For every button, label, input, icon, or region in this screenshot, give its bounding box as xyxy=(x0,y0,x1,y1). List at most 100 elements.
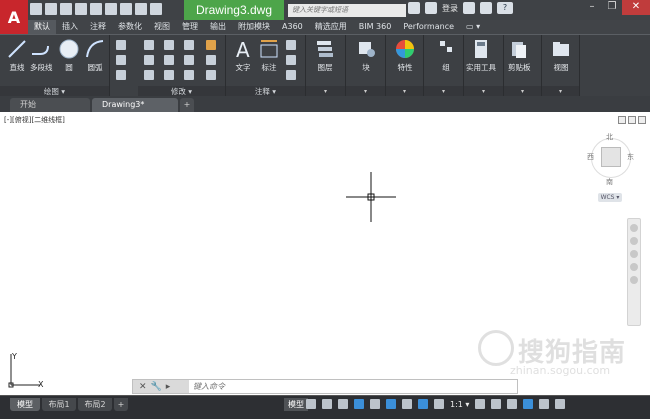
viewcube-top-face[interactable] xyxy=(601,147,621,167)
workspace-gear-icon[interactable] xyxy=(475,399,486,409)
trim-icon[interactable] xyxy=(184,40,194,50)
new-file-icon[interactable] xyxy=(30,3,42,15)
showmotion-icon[interactable] xyxy=(630,276,638,284)
file-tab-drawing[interactable]: Drawing3* xyxy=(92,98,178,112)
tab-parametric[interactable]: 参数化 xyxy=(112,20,148,34)
move-icon[interactable] xyxy=(144,40,154,50)
utilities-tool[interactable]: 实用工具 xyxy=(466,38,496,73)
line-tool[interactable]: 直线 xyxy=(6,38,28,73)
erase-icon[interactable] xyxy=(206,40,216,50)
layers-tool[interactable]: 图层 xyxy=(314,38,336,73)
table-icon[interactable] xyxy=(286,70,296,80)
tab-output[interactable]: 输出 xyxy=(204,20,232,34)
search-input[interactable] xyxy=(288,4,406,17)
isolate-objects-icon[interactable] xyxy=(507,399,518,409)
customization-menu-icon[interactable] xyxy=(555,399,566,409)
clipboard-panel[interactable]: 剪贴板 ▾ xyxy=(504,35,542,97)
add-icon[interactable] xyxy=(491,399,502,409)
offset-icon[interactable] xyxy=(206,70,216,80)
zoom-icon[interactable] xyxy=(630,250,638,258)
viewport-close-icon[interactable] xyxy=(638,116,646,124)
block-tool[interactable]: 块 xyxy=(355,38,377,73)
new-tab-button[interactable]: + xyxy=(180,98,194,112)
layers-panel[interactable]: 图层 ▾ xyxy=(306,35,346,97)
print-icon[interactable] xyxy=(105,3,117,15)
a360-icon[interactable] xyxy=(480,2,492,14)
arc-tool[interactable]: 圆弧 xyxy=(84,38,106,73)
tab-a360[interactable]: A360 xyxy=(276,20,309,34)
scale-icon[interactable] xyxy=(164,70,174,80)
redo-icon[interactable] xyxy=(135,3,147,15)
minimize-icon[interactable]: – xyxy=(582,0,602,15)
tab-view[interactable]: 视图 xyxy=(148,20,176,34)
steering-wheel-icon[interactable] xyxy=(630,224,638,232)
layout-tab-model[interactable]: 模型 xyxy=(10,398,40,411)
tab-home[interactable]: 默认 xyxy=(28,20,56,34)
group-tool[interactable]: 组 xyxy=(435,38,457,73)
viewport-controls-label[interactable]: [-][俯视][二维线框] xyxy=(4,115,65,125)
user-icon[interactable] xyxy=(425,2,437,14)
scale-selector[interactable]: 1:1 ▾ xyxy=(450,400,469,409)
mirror-icon[interactable] xyxy=(164,55,174,65)
save-as-icon[interactable] xyxy=(75,3,87,15)
hardware-acceleration-icon[interactable] xyxy=(523,399,534,409)
annotation-visibility-icon[interactable] xyxy=(434,399,444,409)
command-input[interactable] xyxy=(189,380,517,393)
layout-tab-layout2[interactable]: 布局2 xyxy=(78,398,112,411)
help-icon[interactable]: ? xyxy=(497,2,513,14)
properties-tool[interactable]: 特性 xyxy=(394,38,416,73)
login-label[interactable]: 登录 xyxy=(442,3,458,14)
viewcube-north[interactable]: 北 xyxy=(606,132,613,142)
layout-tab-layout1[interactable]: 布局1 xyxy=(42,398,76,411)
snap-icon[interactable] xyxy=(322,399,332,409)
isodraft-icon[interactable] xyxy=(370,399,380,409)
status-model-space[interactable]: 模型 xyxy=(284,398,308,411)
open-file-icon[interactable] xyxy=(45,3,57,15)
exchange-icon[interactable] xyxy=(463,2,475,14)
orbit-icon[interactable] xyxy=(630,263,638,271)
tab-performance[interactable]: Performance xyxy=(397,20,460,34)
clipboard-tool[interactable]: 剪贴板 xyxy=(508,38,531,73)
stretch-icon[interactable] xyxy=(144,70,154,80)
wcs-menu[interactable]: WCS ▾ xyxy=(598,193,622,202)
dimension-tool[interactable]: 标注 xyxy=(258,38,280,73)
hatch-icon[interactable] xyxy=(116,55,126,65)
tab-addins[interactable]: 附加模块 xyxy=(232,20,276,34)
leader-icon[interactable] xyxy=(286,55,296,65)
plot-icon[interactable] xyxy=(90,3,102,15)
linear-dim-icon[interactable] xyxy=(286,40,296,50)
view-tool[interactable]: 视图 xyxy=(550,38,572,73)
clean-screen-icon[interactable] xyxy=(539,399,550,409)
fillet-icon[interactable] xyxy=(184,55,194,65)
undo-icon[interactable] xyxy=(120,3,132,15)
close-command-icon[interactable]: ✕ xyxy=(139,382,147,392)
recent-commands-icon[interactable]: ▸ xyxy=(166,382,171,392)
tab-annotate[interactable]: 注释 xyxy=(84,20,112,34)
group-panel[interactable]: 组 ▾ xyxy=(424,35,464,97)
polyline-tool[interactable]: 多段线 xyxy=(30,38,53,73)
utilities-panel[interactable]: 实用工具 ▾ xyxy=(464,35,504,97)
explode-icon[interactable] xyxy=(206,55,216,65)
view-panel[interactable]: 视图 ▾ xyxy=(542,35,580,97)
tab-bim360[interactable]: BIM 360 xyxy=(353,20,398,34)
file-tab-start[interactable]: 开始 xyxy=(10,98,90,112)
block-panel[interactable]: 块 ▾ xyxy=(346,35,386,97)
add-layout-button[interactable]: + xyxy=(114,398,128,411)
circle-tool[interactable]: 圆 xyxy=(58,38,80,73)
close-icon[interactable]: ✕ xyxy=(622,0,650,15)
text-tool[interactable]: A 文字 xyxy=(232,38,254,73)
tab-manage[interactable]: 管理 xyxy=(176,20,204,34)
restore-icon[interactable]: ❐ xyxy=(602,0,622,15)
app-logo-button[interactable]: A xyxy=(0,0,28,34)
customize-qat-icon[interactable] xyxy=(150,3,162,15)
ribbon-options-icon[interactable]: ▭ ▾ xyxy=(460,20,486,34)
properties-panel[interactable]: 特性 ▾ xyxy=(386,35,424,97)
viewcube-south[interactable]: 南 xyxy=(606,177,613,187)
pan-icon[interactable] xyxy=(630,237,638,245)
save-icon[interactable] xyxy=(60,3,72,15)
lineweight-icon[interactable] xyxy=(402,399,412,409)
tab-featured-apps[interactable]: 精选应用 xyxy=(309,20,353,34)
annotation-scale-icon[interactable] xyxy=(418,399,428,409)
region-icon[interactable] xyxy=(116,70,126,80)
grid-icon[interactable] xyxy=(306,399,316,409)
